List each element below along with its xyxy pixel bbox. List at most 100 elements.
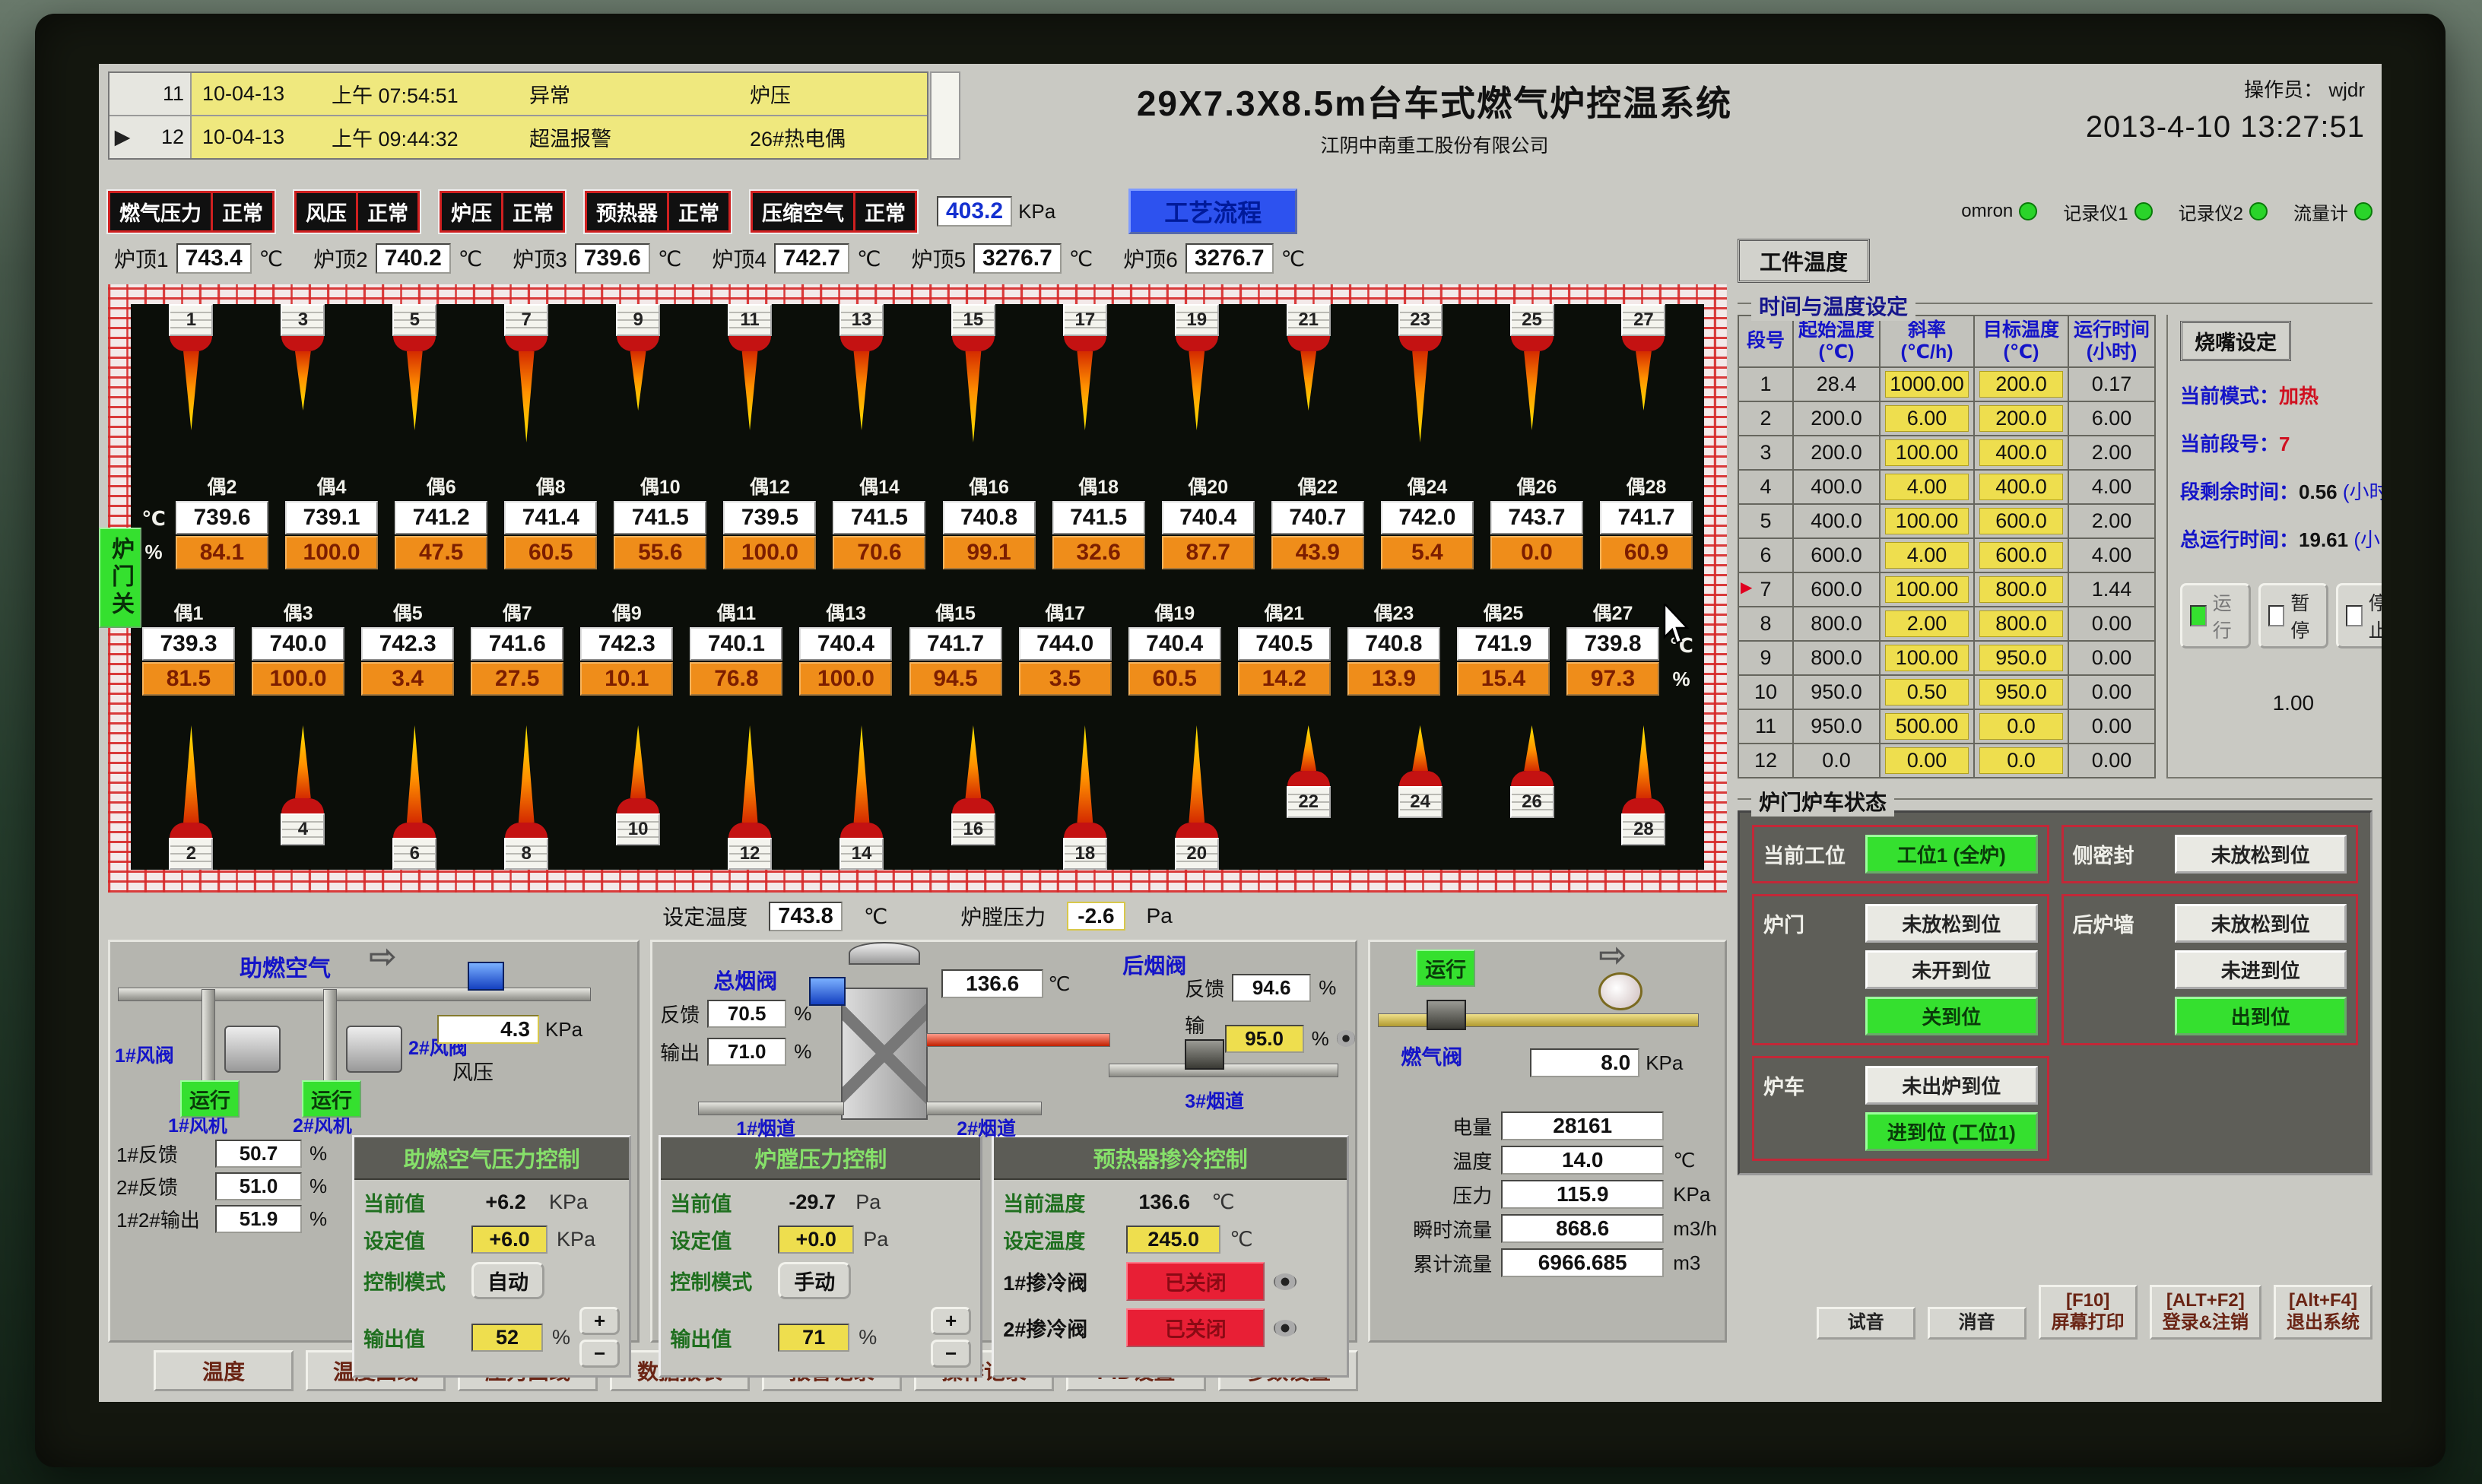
system-button[interactable]: 消音 [1928, 1307, 2027, 1340]
roof-temp-label: 炉顶1 [114, 243, 169, 274]
output-value[interactable]: 71 [778, 1324, 849, 1352]
system-button[interactable]: [F10] 屏幕打印 [2039, 1285, 2138, 1340]
target-temp[interactable]: 600.0 [1979, 542, 2063, 569]
schedule-row[interactable]: 9 800.0 100.00 950.0 0.00 [1738, 641, 2155, 675]
output-value[interactable]: 52 [471, 1324, 543, 1352]
burner-number-tag: 23 [1398, 304, 1443, 336]
schedule-row[interactable]: 6 600.0 4.00 600.0 4.00 [1738, 538, 2155, 572]
decrease-button[interactable]: − [579, 1340, 620, 1368]
air-pipe [118, 988, 591, 1001]
fan1-valve-icon[interactable] [224, 1026, 281, 1073]
target-temp[interactable]: 400.0 [1979, 474, 2063, 500]
decrease-button[interactable]: − [931, 1340, 971, 1368]
increase-button[interactable]: + [579, 1307, 620, 1335]
set-value[interactable]: +6.0 [471, 1226, 548, 1254]
system-button[interactable]: 试音 [1817, 1307, 1915, 1340]
burner: 1 [139, 304, 243, 442]
fan1-run-badge: 运行 [180, 1080, 240, 1118]
target-temp[interactable]: 950.0 [1979, 679, 2063, 706]
start-temp: 950.0 [1798, 715, 1874, 738]
slope[interactable]: 4.00 [1885, 474, 1969, 500]
roof-temp: 炉顶3 739.6 ℃ [513, 243, 681, 274]
thermocouple: 偶20 740.4 87.7 [1157, 472, 1260, 569]
set-temp-label: 设定温度 [1003, 1225, 1117, 1254]
thermocouple: 偶18 741.5 32.6 [1047, 472, 1151, 569]
increase-button[interactable]: + [931, 1307, 971, 1335]
alarm-table[interactable]: 11 10-04-13 上午 07:54:51 异常 炉压 ▶ 12 10-04… [108, 71, 928, 160]
target-temp[interactable]: 0.0 [1979, 713, 2063, 740]
slope[interactable]: 1000.00 [1885, 371, 1969, 398]
slope[interactable]: 100.00 [1885, 508, 1969, 534]
slope[interactable]: 100.00 [1885, 576, 1969, 603]
thermocouple-temp: 741.6 [471, 627, 563, 661]
process-flow-button[interactable]: 工艺流程 [1128, 189, 1297, 234]
gas-pressure-unit: KPa [1646, 1051, 1683, 1075]
gas-valve-icon[interactable] [1427, 1000, 1466, 1030]
target-temp[interactable]: 800.0 [1979, 610, 2063, 637]
pause-button[interactable]: 暂停 [2258, 583, 2329, 648]
slope[interactable]: 0.50 [1885, 679, 1969, 706]
schedule-row[interactable]: 12 0.0 0.00 0.0 0.00 [1738, 744, 2155, 778]
valve-indicator-icon[interactable] [1274, 1320, 1297, 1337]
schedule-row[interactable]: 4 400.0 4.00 400.0 4.00 [1738, 470, 2155, 504]
flow-arrow-icon: ⇨ [1598, 936, 1627, 975]
gas-readout-label: 瞬时流量 [1378, 1215, 1492, 1243]
thermocouple-temp: 742.3 [361, 627, 454, 661]
target-temp[interactable]: 200.0 [1979, 371, 2063, 398]
alarm-row[interactable]: ▶ 12 10-04-13 上午 09:44:32 超温报警 26#热电偶 [110, 116, 927, 158]
slope[interactable]: 4.00 [1885, 542, 1969, 569]
run-button[interactable]: 运行 [2180, 583, 2251, 648]
pct-unit: % [309, 1175, 327, 1198]
target-temp[interactable]: 950.0 [1979, 645, 2063, 671]
system-button[interactable]: [ALT+F2] 登录&注销 [2150, 1285, 2261, 1340]
alarm-table-scroll-strip[interactable] [930, 71, 960, 160]
target-temp[interactable]: 600.0 [1979, 508, 2063, 534]
schedule-row[interactable]: 1 28.4 1000.00 200.0 0.17 [1738, 367, 2155, 401]
alarm-row[interactable]: 11 10-04-13 上午 07:54:51 异常 炉压 [110, 73, 927, 116]
slope[interactable]: 100.00 [1885, 439, 1969, 466]
gas-panel: 运行 ⇨ 燃气阀 8.0 KPa [1368, 940, 1727, 1343]
system-button[interactable]: [Alt+F4] 退出系统 [2274, 1285, 2372, 1340]
schedule-row[interactable]: 7 600.0 100.00 800.0 1.44 [1738, 572, 2155, 607]
status-chip: 未放松到位 [2175, 835, 2347, 874]
schedule-row[interactable]: 11 950.0 500.00 0.0 0.00 [1738, 709, 2155, 744]
target-temp[interactable]: 200.0 [1979, 405, 2063, 432]
cur-unit: Pa [855, 1191, 881, 1214]
main-flue-valve-icon[interactable] [809, 977, 846, 1006]
burner-number-tag: 19 [1175, 304, 1219, 336]
slope[interactable]: 2.00 [1885, 610, 1969, 637]
air-valve-icon[interactable] [468, 962, 504, 991]
mode-button[interactable]: 手动 [778, 1262, 851, 1299]
workpiece-temp-button[interactable]: 工件温度 [1738, 239, 1870, 283]
burner-settings-button[interactable]: 烧嘴设定 [2180, 321, 2291, 361]
set-temp-value[interactable]: 245.0 [1126, 1226, 1220, 1254]
start-temp: 600.0 [1798, 544, 1874, 567]
fan2-valve-icon[interactable] [346, 1026, 402, 1073]
schedule-row[interactable]: 5 400.0 100.00 600.0 2.00 [1738, 504, 2155, 538]
datetime: 2013-4-10 13:27:51 [1909, 110, 2365, 144]
schedule-row[interactable]: 8 800.0 2.00 800.0 0.00 [1738, 607, 2155, 641]
mode-button[interactable]: 自动 [471, 1262, 544, 1299]
roof-temp-unit: ℃ [857, 246, 881, 271]
slope[interactable]: 500.00 [1885, 713, 1969, 740]
schedule-row[interactable]: 2 200.0 6.00 200.0 6.00 [1738, 401, 2155, 436]
target-temp[interactable]: 400.0 [1979, 439, 2063, 466]
stop-button[interactable]: 停止 [2336, 583, 2382, 648]
set-value[interactable]: +0.0 [778, 1226, 854, 1254]
slope[interactable]: 6.00 [1885, 405, 1969, 432]
target-temp[interactable]: 0.0 [1979, 747, 2063, 774]
main-flue-out-value: 71.0 [707, 1038, 786, 1066]
slope[interactable]: 100.00 [1885, 645, 1969, 671]
burner: 17 [1033, 304, 1137, 442]
burner-body-icon [840, 336, 883, 351]
flue-graphic: 总烟阀 反馈 70.5 % 输出 71.0 % [652, 942, 1355, 1132]
schedule-row[interactable]: 3 200.0 100.00 400.0 2.00 [1738, 436, 2155, 470]
rear-flue-valve-icon[interactable] [1185, 1039, 1224, 1070]
gas-readout-value: 115.9 [1501, 1180, 1664, 1209]
valve-indicator-icon[interactable] [1274, 1273, 1297, 1290]
target-temp[interactable]: 800.0 [1979, 576, 2063, 603]
total-label: 总运行时间： [2180, 528, 2299, 551]
schedule-row[interactable]: 10 950.0 0.50 950.0 0.00 [1738, 675, 2155, 709]
valve-indicator-icon[interactable] [1337, 1030, 1355, 1047]
slope[interactable]: 0.00 [1885, 747, 1969, 774]
